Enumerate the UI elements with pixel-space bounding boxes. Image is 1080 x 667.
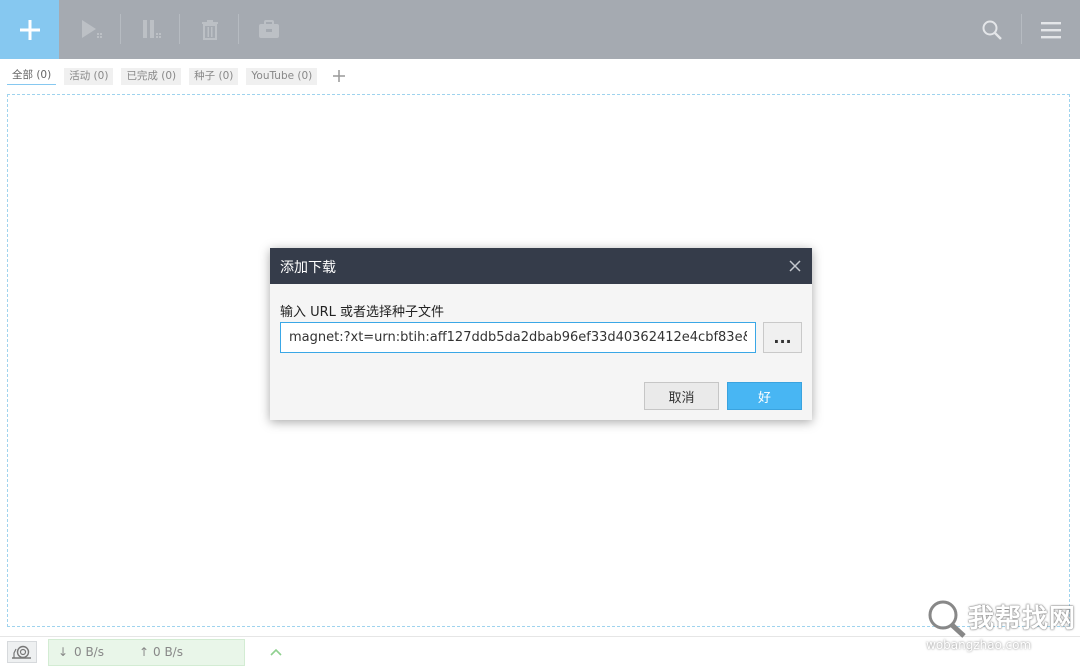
cancel-button[interactable]: 取消: [644, 382, 719, 410]
url-input[interactable]: [280, 322, 756, 353]
open-folder-button[interactable]: [239, 0, 298, 59]
speed-panel[interactable]: ↓ 0 B/s ↑ 0 B/s: [48, 639, 282, 666]
delete-icon: [201, 19, 218, 40]
dialog-header: 添加下载: [270, 248, 812, 284]
tab-youtube[interactable]: YouTube (0): [246, 67, 318, 85]
upload-arrow-icon: ↑: [139, 645, 150, 659]
pause-all-button[interactable]: [121, 0, 180, 59]
tab-active[interactable]: 活动 (0): [64, 67, 114, 85]
dialog-title: 添加下载: [280, 260, 336, 276]
add-download-dialog: 添加下载 输入 URL 或者选择种子文件 ... 取消 好: [270, 248, 812, 420]
pause-icon: [142, 19, 161, 38]
folder-icon: [258, 19, 279, 38]
plus-icon: [333, 70, 346, 82]
tab-completed[interactable]: 已完成 (0): [121, 67, 182, 85]
tab-all[interactable]: 全部 (0): [7, 67, 57, 85]
browse-torrent-button[interactable]: ...: [763, 322, 802, 353]
snail-icon: [12, 645, 31, 659]
add-icon: [19, 19, 40, 40]
filter-tabs: 全部 (0) 活动 (0) 已完成 (0) 种子 (0) YouTube (0): [7, 67, 347, 85]
add-download-button[interactable]: [0, 0, 59, 59]
close-icon[interactable]: [788, 259, 802, 273]
chevron-up-icon[interactable]: [270, 647, 282, 657]
add-tab-button[interactable]: [331, 68, 347, 84]
status-bar: ↓ 0 B/s ↑ 0 B/s: [0, 636, 1080, 667]
search-button[interactable]: [962, 0, 1021, 59]
download-arrow-icon: ↓: [58, 645, 69, 659]
start-all-button[interactable]: [62, 0, 121, 59]
menu-button[interactable]: [1021, 0, 1080, 59]
download-speed: 0 B/s: [74, 645, 104, 659]
delete-button[interactable]: [180, 0, 239, 59]
search-icon: [982, 20, 1002, 40]
upload-speed: 0 B/s: [153, 645, 183, 659]
menu-icon: [1040, 21, 1061, 38]
watermark-cn: 我帮找网: [968, 604, 1077, 634]
url-field-label: 输入 URL 或者选择种子文件: [280, 305, 445, 320]
toolbar: [0, 0, 1080, 59]
tab-torrents[interactable]: 种子 (0): [189, 67, 239, 85]
ok-button[interactable]: 好: [727, 382, 802, 410]
start-icon: [81, 19, 102, 38]
watermark: 我帮找网 wobangzhao.com: [924, 596, 1076, 660]
magnifier-logo-icon: [928, 600, 966, 638]
watermark-en: wobangzhao.com: [926, 638, 1032, 652]
speed-limit-button[interactable]: [7, 641, 37, 663]
